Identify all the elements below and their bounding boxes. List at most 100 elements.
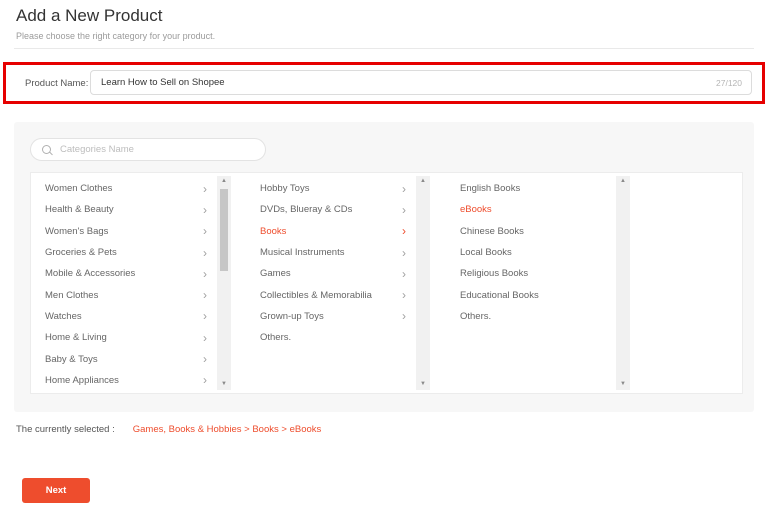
- scroll-up-icon[interactable]: ▲: [616, 176, 630, 187]
- category-item-label: Local Books: [460, 247, 512, 259]
- category-item-label: eBooks: [460, 204, 492, 216]
- category-item[interactable]: Baby & Toys ›: [31, 348, 217, 369]
- category-item[interactable]: Health & Beauty ›: [31, 199, 217, 220]
- category-item-label: Mobile & Accessories: [45, 268, 136, 280]
- chevron-right-icon: ›: [203, 330, 207, 345]
- category-item-label: Collectibles & Memorabilia: [260, 289, 372, 301]
- chevron-right-icon: ›: [203, 266, 207, 281]
- category-item-label: Religious Books: [460, 268, 529, 280]
- category-item-label: Groceries & Pets: [45, 247, 117, 259]
- product-name-input[interactable]: [90, 70, 752, 95]
- category-item[interactable]: Books ›: [246, 221, 416, 242]
- chevron-right-icon: ›: [402, 245, 406, 260]
- chevron-right-icon: ›: [402, 288, 406, 303]
- scroll-down-icon[interactable]: ▼: [616, 379, 630, 390]
- category-column: English Books eBooks Chinese Books Local Bo…: [446, 173, 630, 393]
- category-item-label: Women Clothes: [45, 183, 113, 195]
- category-item[interactable]: Watches ›: [31, 306, 217, 327]
- scrollbar[interactable]: ▲ ▼: [217, 176, 231, 390]
- scrollbar-thumb[interactable]: [220, 189, 228, 271]
- category-item[interactable]: Mobile & Accessories ›: [31, 263, 217, 284]
- chevron-right-icon: ›: [203, 373, 207, 388]
- chevron-right-icon: ›: [203, 181, 207, 196]
- scroll-up-icon[interactable]: ▲: [217, 176, 231, 187]
- category-item[interactable]: Local Books: [446, 242, 616, 263]
- chevron-right-icon: ›: [402, 266, 406, 281]
- category-item[interactable]: Women Clothes ›: [31, 178, 217, 199]
- chevron-right-icon: ›: [402, 181, 406, 196]
- category-item-label: Watches: [45, 310, 82, 322]
- category-item[interactable]: DVDs, Blueray & CDs ›: [246, 199, 416, 220]
- page-title: Add a New Product: [16, 6, 163, 25]
- search-icon: [42, 145, 51, 154]
- search-input[interactable]: [58, 143, 257, 156]
- chevron-right-icon: ›: [402, 224, 406, 239]
- chevron-right-icon: ›: [203, 309, 207, 324]
- category-list: Hobby Toys › DVDs, Blueray & CDs › Books › Mus…: [246, 178, 416, 348]
- chevron-right-icon: ›: [203, 202, 207, 217]
- category-item-label: DVDs, Blueray & CDs: [260, 204, 353, 216]
- chevron-right-icon: ›: [203, 245, 207, 260]
- chevron-right-icon: ›: [203, 352, 207, 367]
- chevron-right-icon: ›: [203, 224, 207, 239]
- page-subtitle: Please choose the right category for you…: [16, 31, 216, 41]
- category-item-label: Home & Living: [45, 332, 107, 344]
- category-item-label: Women's Bags: [45, 225, 109, 237]
- category-item[interactable]: Home & Living ›: [31, 327, 217, 348]
- category-list: Women Clothes › Health & Beauty › Women's Ba…: [31, 178, 217, 391]
- next-button[interactable]: Next: [22, 478, 90, 503]
- current-selection-line: The currently selected : Games, Books & H…: [16, 424, 321, 435]
- category-item[interactable]: Groceries & Pets ›: [31, 242, 217, 263]
- scroll-down-icon[interactable]: ▼: [416, 379, 430, 390]
- category-item[interactable]: Games ›: [246, 263, 416, 284]
- category-item[interactable]: Educational Books: [446, 284, 616, 305]
- chevron-right-icon: ›: [203, 288, 207, 303]
- category-item-label: Books: [260, 225, 287, 237]
- category-search[interactable]: [30, 138, 266, 161]
- selected-category-path: Games, Books & Hobbies > Books > eBooks: [132, 424, 322, 435]
- chevron-right-icon: ›: [402, 202, 406, 217]
- category-item-label: Games: [260, 268, 291, 280]
- chevron-right-icon: ›: [402, 309, 406, 324]
- add-product-page: Add a New Product Please choose the righ…: [0, 0, 768, 518]
- category-item-label: Others.: [260, 332, 292, 344]
- selected-label: The currently selected :: [16, 424, 115, 435]
- product-name-row: Product Name: 27/120: [3, 62, 765, 104]
- category-item[interactable]: Chinese Books: [446, 221, 616, 242]
- category-item-label: Home Appliances: [45, 374, 119, 386]
- category-item[interactable]: Others.: [446, 306, 616, 327]
- category-item-label: Hobby Toys: [260, 183, 310, 195]
- scrollbar[interactable]: ▲ ▼: [416, 176, 430, 390]
- category-item[interactable]: Grown-up Toys ›: [246, 306, 416, 327]
- category-item-label: Others.: [460, 310, 492, 322]
- category-panel: Women Clothes›Health & Beauty›Women's Ba…: [14, 122, 754, 412]
- category-item[interactable]: Collectibles & Memorabilia ›: [246, 284, 416, 305]
- category-item[interactable]: eBooks: [446, 199, 616, 220]
- category-item-label: Health & Beauty: [45, 204, 114, 216]
- product-name-input-wrap: 27/120: [90, 70, 752, 95]
- category-item-label: Musical Instruments: [260, 247, 345, 259]
- product-name-label: Product Name:: [25, 77, 89, 89]
- category-item-label: Men Clothes: [45, 289, 99, 301]
- category-item[interactable]: Hobby Toys ›: [246, 178, 416, 199]
- category-column: Women Clothes › Health & Beauty › Women's Ba…: [31, 173, 231, 393]
- header-divider: [14, 48, 754, 49]
- category-item[interactable]: Religious Books: [446, 263, 616, 284]
- category-item[interactable]: Musical Instruments ›: [246, 242, 416, 263]
- category-item-label: English Books: [460, 183, 521, 195]
- category-item-label: Baby & Toys: [45, 353, 98, 365]
- category-item[interactable]: Others.: [246, 327, 416, 348]
- scroll-up-icon[interactable]: ▲: [416, 176, 430, 187]
- category-item[interactable]: Home Appliances ›: [31, 370, 217, 391]
- category-list: English Books eBooks Chinese Books Local Bo…: [446, 178, 616, 327]
- category-column: Hobby Toys › DVDs, Blueray & CDs › Books › Mus…: [246, 173, 430, 393]
- category-item-label: Grown-up Toys: [260, 310, 324, 322]
- category-item-label: Educational Books: [460, 289, 539, 301]
- category-box: Women Clothes › Health & Beauty › Women's Ba…: [30, 172, 743, 394]
- category-item[interactable]: Men Clothes ›: [31, 284, 217, 305]
- category-item-label: Chinese Books: [460, 225, 524, 237]
- category-item[interactable]: English Books: [446, 178, 616, 199]
- scroll-down-icon[interactable]: ▼: [217, 379, 231, 390]
- scrollbar[interactable]: ▲ ▼: [616, 176, 630, 390]
- category-item[interactable]: Women's Bags ›: [31, 221, 217, 242]
